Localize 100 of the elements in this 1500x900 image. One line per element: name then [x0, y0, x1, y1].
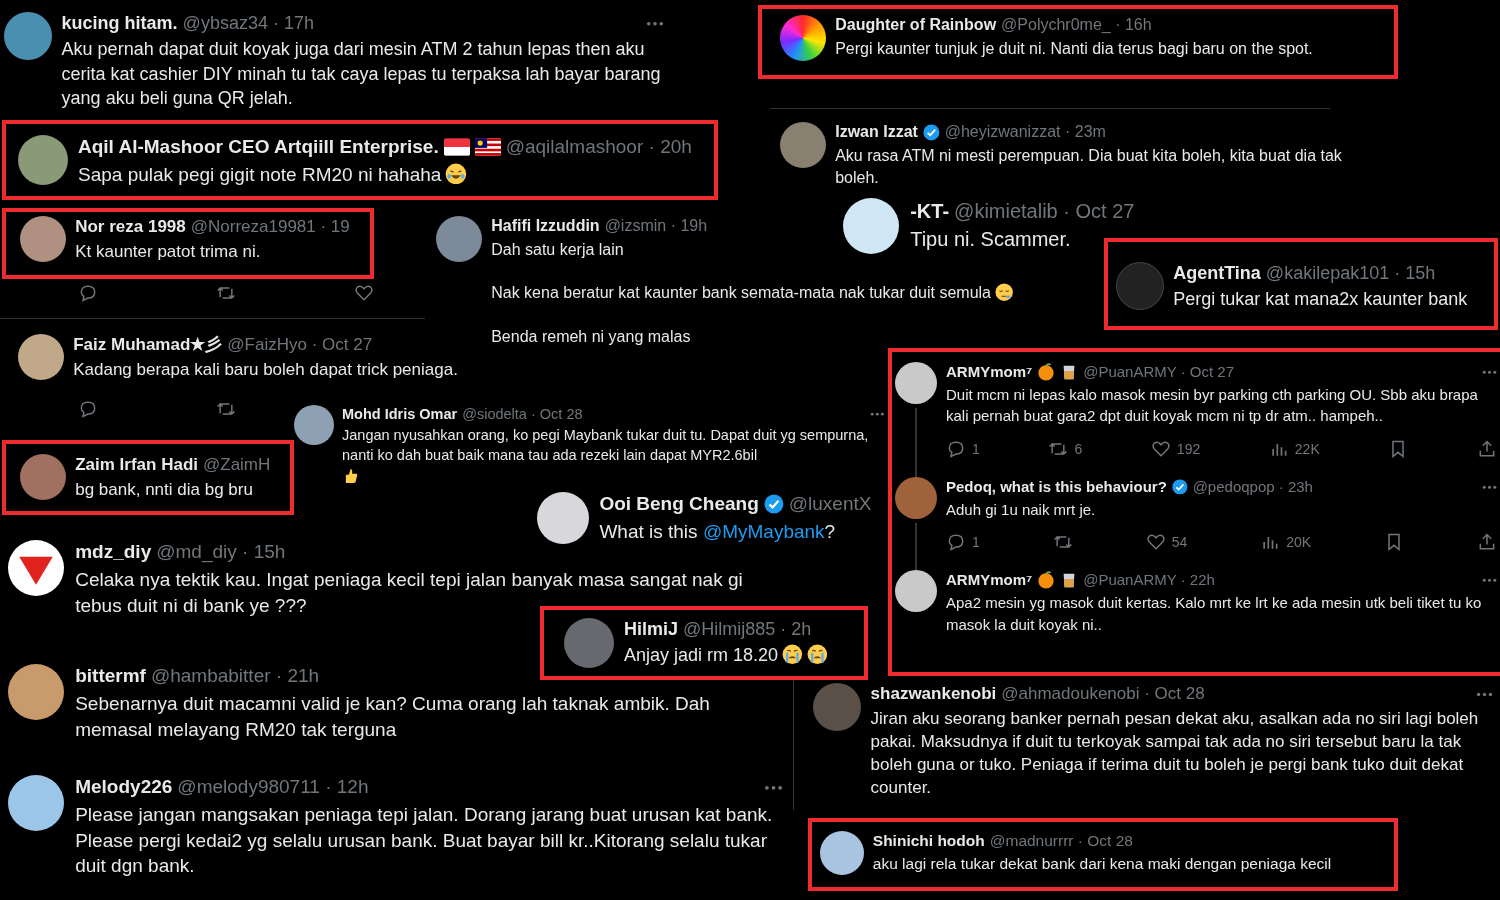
handle-and-time[interactable]: @kakilepak101 · 15h: [1265, 262, 1436, 286]
author-name[interactable]: Hafifi Izzuddin: [491, 216, 600, 237]
handle-and-time[interactable]: @luxentX: [788, 492, 872, 517]
avatar[interactable]: [895, 570, 937, 613]
retweet-button[interactable]: 6: [1048, 439, 1083, 459]
handle-and-time[interactable]: @Hilmij885 · 2h: [683, 618, 812, 642]
thread-line: [915, 523, 917, 571]
handle-and-time[interactable]: @kimietalib · Oct 27: [954, 198, 1135, 224]
like-button[interactable]: 192: [1150, 439, 1201, 459]
author-name[interactable]: Faiz Muhamad★彡: [73, 334, 223, 357]
tweet-text: Tipu ni. Scammer.: [910, 228, 1071, 250]
more-icon[interactable]: [1482, 484, 1497, 489]
author-name[interactable]: AgentTina: [1173, 262, 1261, 286]
tweet-text: Dah satu kerja lain: [491, 240, 624, 258]
flag-icon: [474, 138, 501, 157]
avatar[interactable]: [18, 334, 64, 380]
avatar[interactable]: [436, 216, 482, 262]
views-button[interactable]: 22K: [1268, 439, 1320, 459]
avatar[interactable]: [537, 492, 589, 544]
tweet-text: Duit mcm ni lepas kalo masok mesin byr parking cth parking OU. Sbb aku brapa kali pernah buat gara2 dpt duit koyak mcm ni tp dr atm.. hampeh..: [946, 385, 1478, 425]
fruit-icon: [1037, 571, 1056, 589]
handle-and-time[interactable]: @PuanARMY · 22h: [1083, 570, 1215, 590]
author-name[interactable]: shazwankenobi: [870, 683, 997, 706]
avatar[interactable]: [294, 405, 334, 445]
handle-and-time[interactable]: @heyizwanizzat · 23m: [944, 122, 1106, 143]
more-icon[interactable]: [1482, 369, 1497, 374]
reply-button[interactable]: [78, 399, 98, 420]
more-icon[interactable]: [869, 412, 884, 417]
reply-button[interactable]: 1: [946, 532, 980, 553]
speech-bubble-icon: [78, 283, 98, 304]
fruit-icon: [1037, 362, 1056, 381]
handle-and-time[interactable]: @siodelta · Oct 28: [462, 405, 583, 424]
more-icon[interactable]: [1482, 577, 1497, 583]
avatar[interactable]: [843, 198, 899, 254]
avatar[interactable]: [18, 135, 68, 185]
handle-and-time[interactable]: @md_diy · 15h: [156, 540, 286, 565]
views-button[interactable]: 20K: [1260, 532, 1312, 553]
speech-bubble-icon: [78, 399, 98, 420]
handle-and-time[interactable]: @pedoqpop · 23h: [1192, 477, 1313, 497]
avatar[interactable]: [8, 664, 64, 720]
tweet-text: Pergi tukar kat mana2x kaunter bank: [1173, 289, 1468, 310]
author-name[interactable]: Aqil Al-Mashoor CEO Artqiill Enterprise.: [78, 135, 439, 160]
author-name[interactable]: Zaim Irfan Hadi: [75, 454, 198, 477]
author-name[interactable]: HilmiJ: [624, 618, 679, 642]
thread-line: [915, 408, 917, 477]
handle-and-time[interactable]: @madnurrrr · Oct 28: [989, 831, 1133, 852]
author-name[interactable]: Shinichi hodoh: [872, 831, 985, 852]
tweet-text: Nak kena beratur kat kaunter bank semata-mata nak tukar duit semula: [491, 284, 991, 302]
author-name[interactable]: ARMYmom⁷: [946, 570, 1033, 590]
like-button[interactable]: 54: [1145, 532, 1188, 553]
author-name[interactable]: Melody226: [75, 775, 173, 800]
author-name[interactable]: ARMYmom⁷: [946, 362, 1033, 382]
author-name[interactable]: Nor reza 1998: [75, 216, 186, 239]
more-icon[interactable]: [1476, 691, 1493, 697]
author-name[interactable]: -KT-: [910, 198, 950, 224]
author-name[interactable]: Daughter of Rainbow: [835, 15, 997, 36]
tweet-text: Sebenarnya duit macamni valid je kan? Cuma orang lah taknak ambik. Dah memasal melayang RM20 tak terguna: [75, 692, 710, 740]
handle-and-time[interactable]: @izsmin · 19h: [604, 216, 708, 237]
author-name[interactable]: Mohd Idris Omar: [342, 405, 458, 424]
tweet-text: Jangan nyusahkan orang, ko pegi Maybank tukar duit tu. Dapat duit yg sempurna, nanti ko dah buat baik mana tau ada rezeki lain dapat MYR2.6bil: [342, 426, 869, 463]
handle-and-time[interactable]: @PuanARMY · Oct 27: [1083, 362, 1235, 382]
tweet-text: Sapa pulak pegi gigit note RM20 ni hahaha: [78, 163, 442, 185]
handle-and-time[interactable]: @ahmadoukenobi · Oct 28: [1001, 683, 1205, 706]
tweet-text: Kadang berapa kali baru boleh dapat trick peniaga.: [73, 360, 458, 380]
more-icon[interactable]: [646, 21, 664, 27]
crying-face-icon: [782, 644, 803, 665]
avatar[interactable]: [8, 775, 64, 831]
tweet-text: Please jangan mangsakan peniaga tepi jalan. Dorang jarang buat urusan kat bank. Please pergi kedai2 yg selalu urusan bank. Buat bayar bill kr..Kitorang selalu tukar duit dgn bank.: [75, 803, 773, 877]
reply-button[interactable]: [78, 283, 98, 304]
handle-and-time[interactable]: @hambabitter · 21h: [150, 664, 320, 689]
tweet-text: Kt kaunter patot trima ni.: [75, 242, 261, 262]
avatar[interactable]: [895, 362, 937, 404]
author-name[interactable]: bittermf: [75, 664, 146, 689]
mention-link[interactable]: @MyMaybank: [702, 520, 825, 542]
handle-and-time[interactable]: @melody980711 · 12h: [177, 775, 369, 800]
author-name[interactable]: mdz_diy: [75, 540, 152, 565]
handle-and-time[interactable]: @FaizHyo · Oct 27: [227, 334, 373, 357]
handle-and-time[interactable]: @aqilalmashoor · 20h: [505, 135, 692, 160]
avatar[interactable]: [20, 216, 66, 262]
handle-and-time[interactable]: @Polychr0me_ · 16h: [1001, 15, 1152, 36]
handle-and-time[interactable]: @Norreza19981 · 19: [190, 216, 350, 239]
tweet-text: Anjay jadi rm 18.20: [624, 645, 779, 666]
tweet-text: Aku pernah dapat duit koyak juga dari mesin ATM 2 tahun lepas then aku cerita kat cashier DIY minah tu tak caya lepas tu terpaksa lah bayar barang yang aku beli guna QR jelah.: [61, 39, 661, 109]
author-name[interactable]: Izwan Izzat: [835, 122, 918, 143]
tweet-text: What is this @MyMaybank?: [599, 520, 836, 542]
share-icon: [1477, 439, 1497, 459]
more-icon[interactable]: [764, 784, 783, 791]
avatar[interactable]: [820, 831, 864, 875]
heart-icon: [1150, 439, 1171, 459]
author-name[interactable]: Ooi Beng Cheang: [599, 492, 759, 517]
crying-face-icon: [806, 644, 828, 665]
share-button[interactable]: [1477, 439, 1497, 459]
handle-and-time[interactable]: @ZaimH: [203, 454, 271, 477]
author-name[interactable]: kucing hitam.: [61, 12, 178, 36]
reply-button[interactable]: 1: [946, 439, 980, 459]
avatar[interactable]: [780, 15, 826, 61]
author-name[interactable]: Pedoq, what is this behaviour?: [946, 477, 1167, 497]
tweet-text: Aduh gi 1u naik mrt je.: [946, 500, 1096, 518]
tweet-text: Apa2 mesin yg masok duit kertas. Kalo mrt ke lrt ke ada mesin utk beli tiket tu ko masok la duit koyak ni..: [946, 593, 1482, 633]
handle-and-time[interactable]: @ybsaz34 · 17h: [182, 12, 314, 36]
